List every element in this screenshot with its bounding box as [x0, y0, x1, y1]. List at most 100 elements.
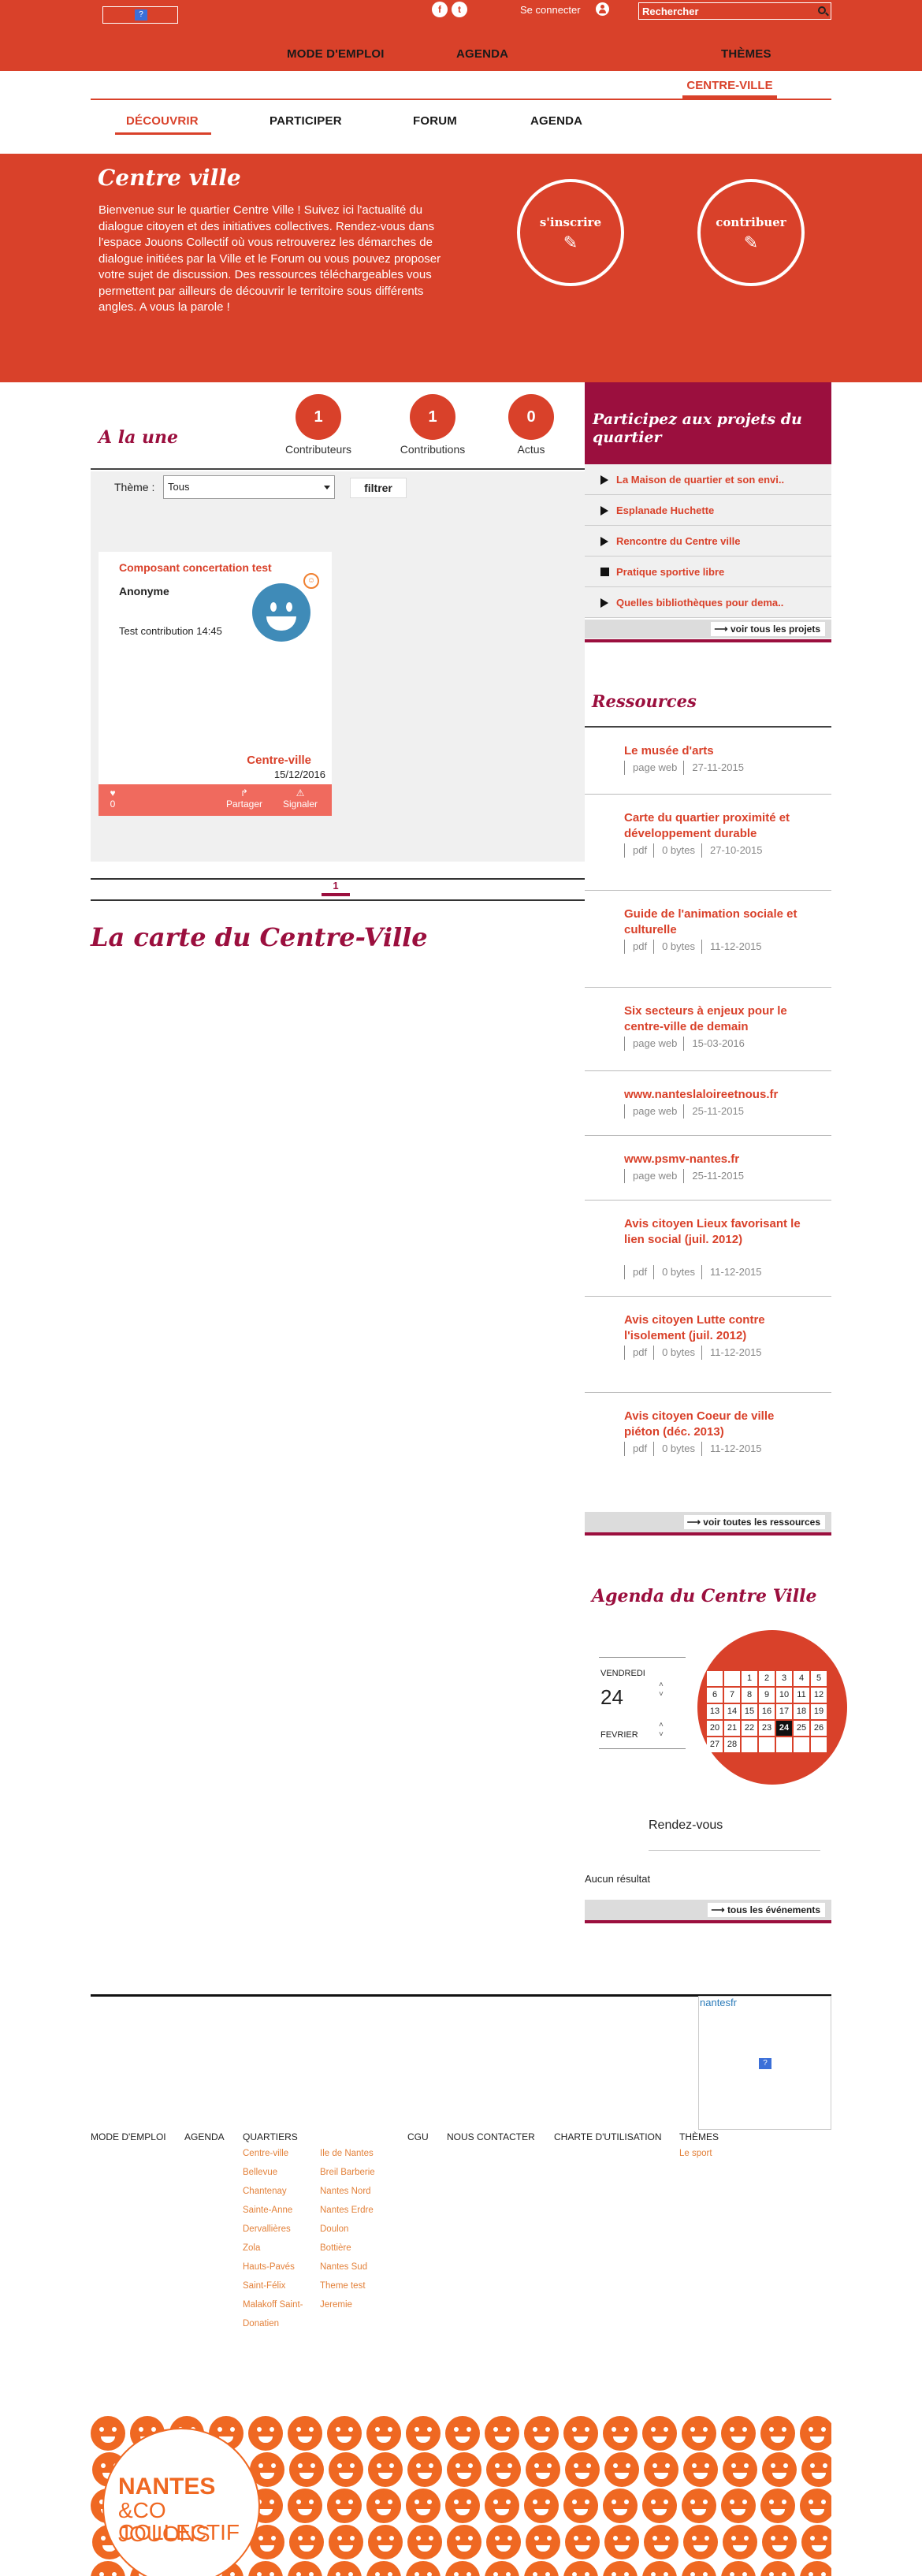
footer-link-agenda[interactable]: AGENDA — [184, 2131, 225, 2142]
project-item[interactable]: Pratique sportive libre — [585, 557, 831, 587]
calendar-day[interactable]: 13 — [707, 1704, 723, 1719]
footer-link-quartiers[interactable]: QUARTIERS — [243, 2131, 298, 2142]
calendar-day[interactable]: 3 — [776, 1671, 792, 1686]
calendar-day[interactable]: 25 — [794, 1721, 809, 1736]
calendar-day[interactable]: 23 — [759, 1721, 775, 1736]
resource-title[interactable]: www.nanteslaloireetnous.fr — [624, 1087, 801, 1103]
calendar-day[interactable]: 22 — [742, 1721, 757, 1736]
resource-item[interactable]: Le musée d'arts page web 27-11-2015 — [585, 728, 831, 794]
footer-sublink[interactable]: Centre-ville — [243, 2144, 314, 2163]
footer-link-cgu[interactable]: CGU — [407, 2131, 429, 2142]
resource-title[interactable]: Avis citoyen Lieux favorisant le lien so… — [624, 1216, 801, 1248]
footer-link-contact[interactable]: NOUS CONTACTER — [447, 2131, 535, 2142]
like-button[interactable]: ♥ 0 — [105, 787, 121, 810]
search-input[interactable] — [642, 5, 808, 17]
resource-title[interactable]: Le musée d'arts — [624, 743, 801, 759]
resource-title[interactable]: www.psmv-nantes.fr — [624, 1152, 801, 1167]
calendar-day[interactable]: 12 — [811, 1688, 827, 1703]
footer-sublink[interactable]: Saint-Félix — [243, 2276, 314, 2295]
footer-sublink[interactable]: Malakoff Saint-Donatien — [243, 2295, 314, 2333]
resource-title[interactable]: Avis citoyen Lutte contre l'isolement (j… — [624, 1312, 801, 1344]
resource-title[interactable]: Carte du quartier proximité et développe… — [624, 810, 801, 842]
footer-sublink[interactable]: Zola — [243, 2239, 314, 2258]
nantesfr-widget[interactable]: nantesfr ? — [698, 1996, 831, 2130]
footer-sublink[interactable]: Nantes Erdre — [320, 2201, 391, 2220]
calendar-day[interactable]: 28 — [724, 1737, 740, 1752]
card-title[interactable]: Composant concertation test — [119, 561, 272, 574]
footer-link-charte[interactable]: CHARTE D'UTILISATION — [554, 2131, 662, 2142]
filter-button[interactable]: filtrer — [350, 478, 407, 498]
calendar-day[interactable]: 11 — [794, 1688, 809, 1703]
see-all-resources-button[interactable]: voir toutes les ressources — [683, 1515, 825, 1529]
user-icon[interactable] — [596, 2, 609, 16]
footer-sublink[interactable]: Nantes Sud — [320, 2258, 391, 2276]
footer-sublink[interactable]: Le sport — [679, 2144, 750, 2163]
footer-sublink[interactable]: Hauts-Pavés — [243, 2258, 314, 2276]
footer-sublink[interactable]: Nantes Nord — [320, 2182, 391, 2201]
footer-sublink[interactable]: Breil Barberie — [320, 2163, 391, 2182]
contribution-card[interactable]: Composant concertation test Anonyme Test… — [99, 552, 332, 816]
calendar-day[interactable]: 10 — [776, 1688, 792, 1703]
calendar-day[interactable]: 17 — [776, 1704, 792, 1719]
theme-select[interactable]: Tous — [163, 475, 335, 499]
calendar-day[interactable]: 6 — [707, 1688, 723, 1703]
calendar-day[interactable]: 19 — [811, 1704, 827, 1719]
calendar-day[interactable]: 1 — [742, 1671, 757, 1686]
calendar-day[interactable]: 9 — [759, 1688, 775, 1703]
day-stepper[interactable]: ˄ ˅ — [659, 1681, 664, 1699]
calendar-day[interactable]: 20 — [707, 1721, 723, 1736]
calendar-day[interactable]: 26 — [811, 1721, 827, 1736]
resource-item[interactable]: Carte du quartier proximité et développe… — [585, 794, 831, 890]
contribute-button[interactable]: contribuer ✎ — [697, 179, 805, 286]
see-all-projects-button[interactable]: voir tous les projets — [711, 622, 825, 636]
page-number-current[interactable]: 1 — [322, 880, 350, 892]
resource-item[interactable]: www.nanteslaloireetnous.fr page web 25-11-… — [585, 1070, 831, 1135]
nav-mode-emploi[interactable]: MODE D'EMPLOI — [287, 47, 385, 61]
resource-item[interactable]: Guide de l'animation sociale et culturel… — [585, 890, 831, 987]
calendar-day[interactable]: 7 — [724, 1688, 740, 1703]
footer-sublink[interactable]: Bellevue — [243, 2163, 314, 2182]
calendar-day[interactable]: 27 — [707, 1737, 723, 1752]
resource-item[interactable]: www.psmv-nantes.fr page web 25-11-2015 — [585, 1135, 831, 1200]
district-tab[interactable]: CENTRE-VILLE — [682, 79, 777, 92]
month-stepper[interactable]: ˄ ˅ — [659, 1721, 664, 1740]
share-button[interactable]: ↱ Partager — [221, 787, 268, 810]
see-all-events-button[interactable]: tous les événements — [708, 1903, 825, 1917]
report-button[interactable]: ⚠ Signaler — [277, 787, 324, 810]
facebook-icon[interactable]: f — [432, 2, 448, 17]
resource-item[interactable]: Six secteurs à enjeux pour le centre-vil… — [585, 987, 831, 1070]
project-item[interactable]: La Maison de quartier et son envi.. — [585, 464, 831, 495]
resource-title[interactable]: Guide de l'animation sociale et culturel… — [624, 906, 801, 938]
calendar-day[interactable]: 5 — [811, 1671, 827, 1686]
footer-sublink[interactable]: Jeremie — [320, 2295, 391, 2314]
resource-title[interactable]: Six secteurs à enjeux pour le centre-vil… — [624, 1003, 801, 1035]
footer-sublink[interactable]: Doulon — [320, 2220, 391, 2239]
calendar-day[interactable]: 21 — [724, 1721, 740, 1736]
site-logo[interactable]: ? — [102, 6, 178, 24]
calendar-day[interactable]: 24 — [776, 1721, 792, 1736]
login-link[interactable]: Se connecter — [520, 4, 581, 16]
nantesfr-label[interactable]: nantesfr — [700, 1997, 737, 2008]
footer-sublink[interactable]: Bottière — [320, 2239, 391, 2258]
subnav-decouvrir[interactable]: DÉCOUVRIR — [126, 114, 199, 128]
project-item[interactable]: Quelles bibliothèques pour dema.. — [585, 587, 831, 618]
subnav-participer[interactable]: PARTICIPER — [270, 114, 342, 128]
nav-agenda[interactable]: AGENDA — [456, 47, 508, 61]
resource-item[interactable]: Avis citoyen Lieux favorisant le lien so… — [585, 1200, 831, 1296]
footer-sublink[interactable]: Chantenay — [243, 2182, 314, 2201]
footer-link-themes[interactable]: THÈMES — [679, 2131, 719, 2142]
calendar-day[interactable]: 8 — [742, 1688, 757, 1703]
subscribe-button[interactable]: s'inscrire ✎ — [517, 179, 624, 286]
calendar-day[interactable]: 2 — [759, 1671, 775, 1686]
resource-item[interactable]: Avis citoyen Coeur de ville piéton (déc.… — [585, 1392, 831, 1489]
calendar-day[interactable]: 4 — [794, 1671, 809, 1686]
footer-link-mode-emploi[interactable]: MODE D'EMPLOI — [91, 2131, 166, 2142]
search-icon[interactable] — [818, 6, 826, 14]
subnav-forum[interactable]: FORUM — [413, 114, 457, 128]
footer-sublink[interactable]: Ile de Nantes — [320, 2144, 391, 2163]
calendar-day[interactable]: 18 — [794, 1704, 809, 1719]
footer-sublink[interactable]: Theme test — [320, 2276, 391, 2295]
calendar-day[interactable]: 16 — [759, 1704, 775, 1719]
project-item[interactable]: Rencontre du Centre ville — [585, 526, 831, 557]
project-item[interactable]: Esplanade Huchette — [585, 495, 831, 526]
